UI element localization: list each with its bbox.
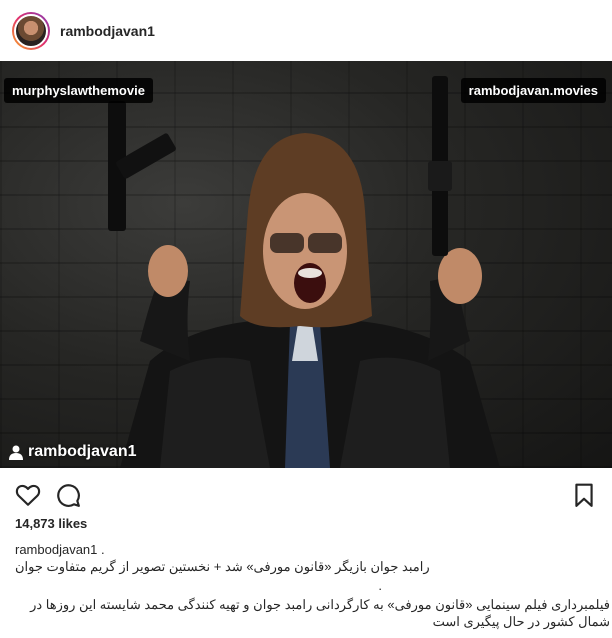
caption-line-2: . [378, 578, 382, 593]
bookmark-icon[interactable] [571, 482, 597, 508]
image-figure [108, 76, 500, 468]
username[interactable]: rambodjavan1 [60, 23, 155, 39]
image-tag-right[interactable]: rambodjavan.movies [460, 78, 606, 103]
user-icon [9, 445, 23, 460]
avatar[interactable] [12, 11, 50, 50]
likes-count[interactable]: 14,873 likes [15, 516, 87, 531]
post-image[interactable]: murphyslawthemovie rambodjavan.movies ra… [0, 61, 612, 468]
comment-icon[interactable] [55, 482, 81, 508]
heart-icon[interactable] [15, 482, 41, 508]
caption-username[interactable]: rambodjavan1 . [15, 542, 105, 557]
image-watermark: rambodjavan1 [8, 443, 136, 461]
caption-line-3: فیلمبرداری فیلم سینمایی «قانون مورفی» به… [30, 597, 610, 629]
caption-line-1: رامبد جوان بازیگر «قانون مورفی» شد + نخس… [15, 559, 430, 574]
image-tag-left[interactable]: murphyslawthemovie [4, 78, 153, 103]
post-header: rambodjavan1 [0, 0, 612, 61]
watermark-text: rambodjavan1 [28, 443, 137, 460]
action-bar [0, 468, 612, 518]
